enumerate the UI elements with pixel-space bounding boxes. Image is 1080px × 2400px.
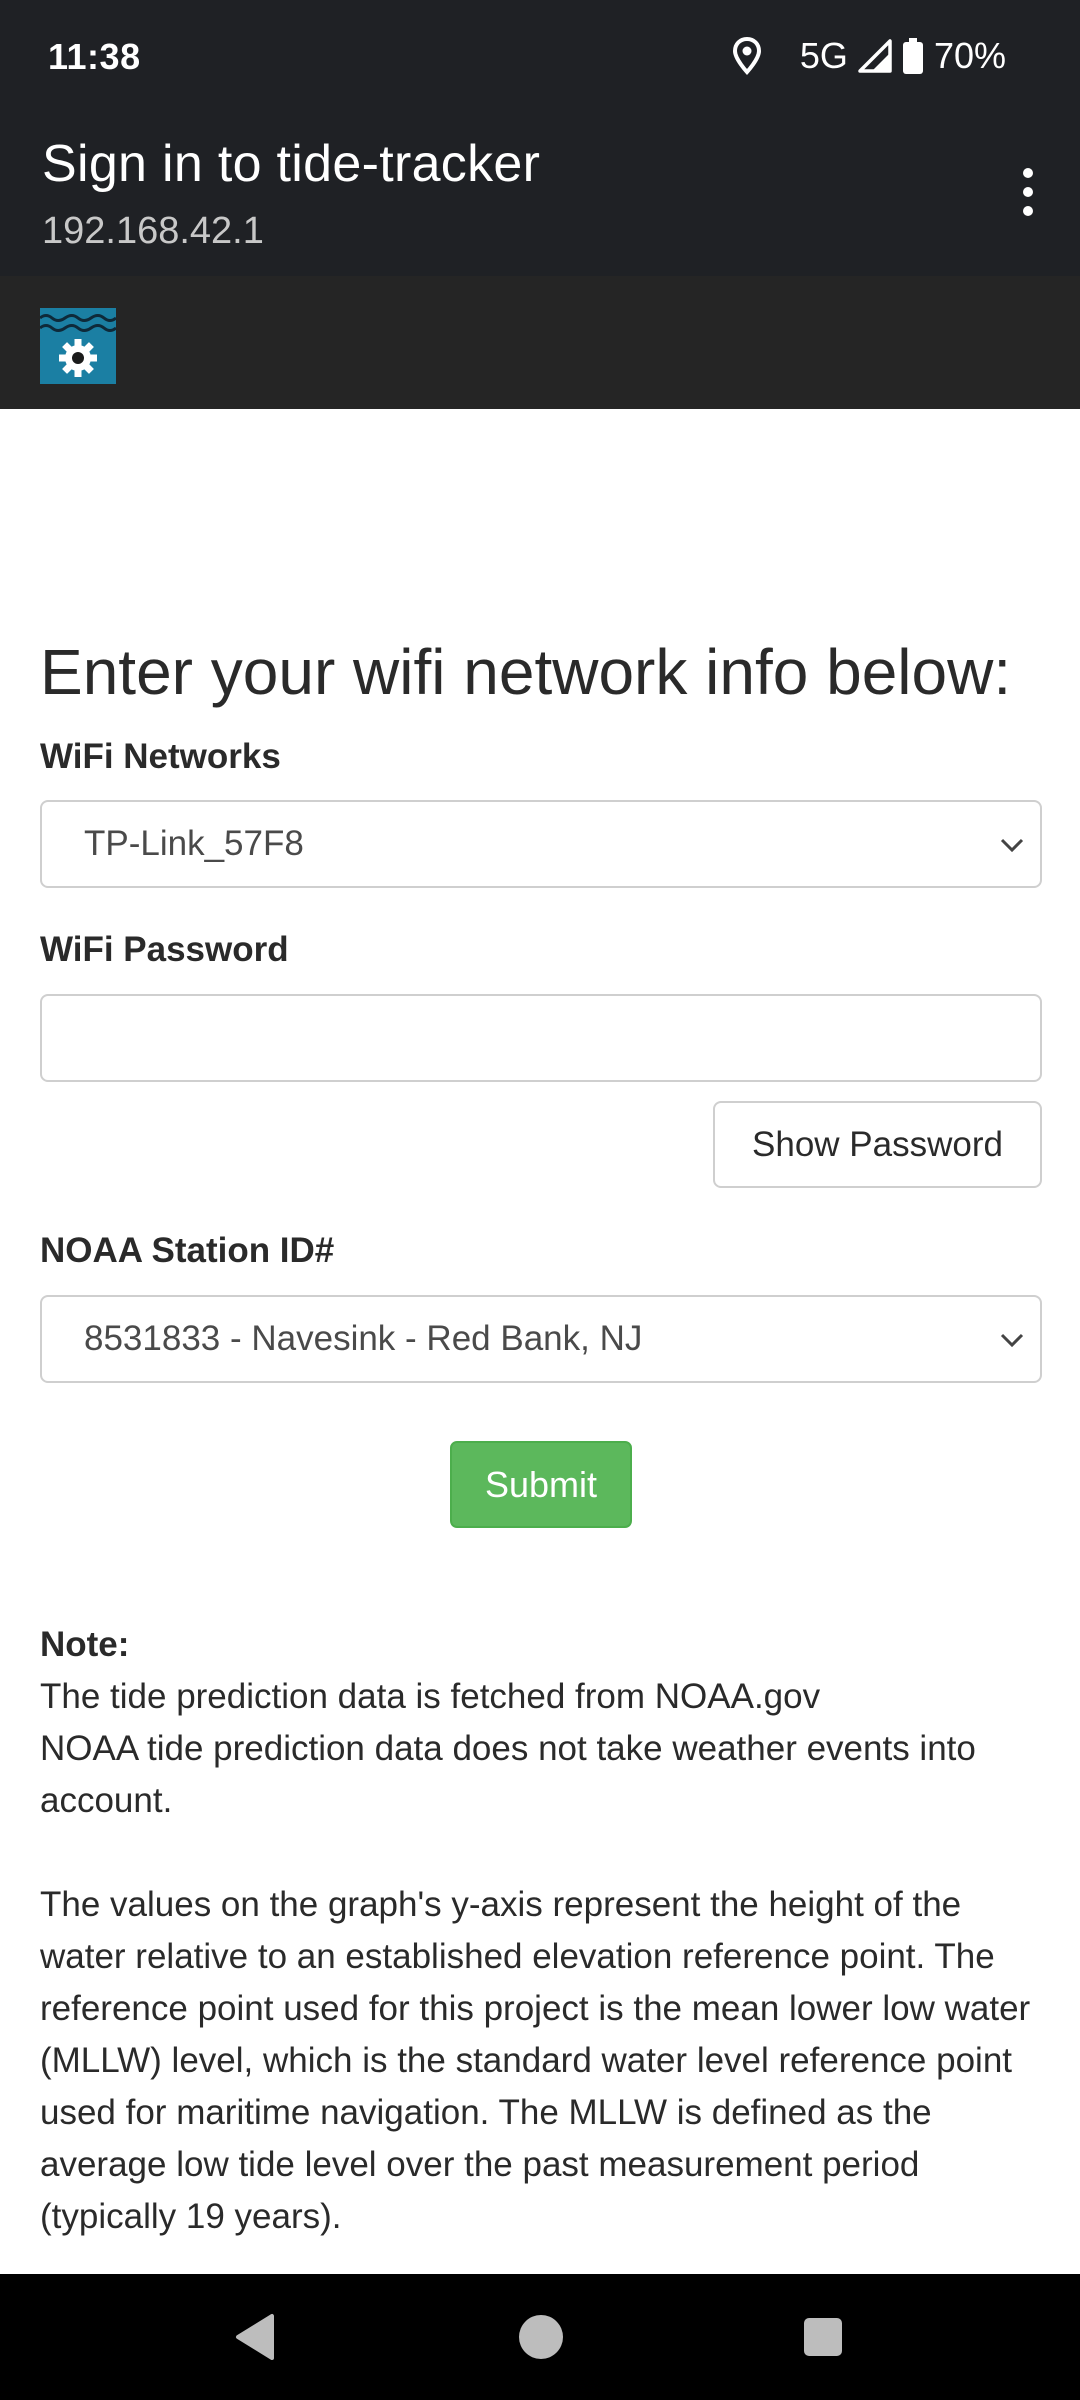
location-icon [732, 37, 762, 75]
wifi-networks-label: WiFi Networks [40, 737, 281, 776]
page-url: 192.168.42.1 [42, 210, 264, 252]
home-icon[interactable] [516, 2312, 566, 2367]
noaa-station-selected: 8531833 - Navesink - Red Bank, NJ [84, 1319, 643, 1358]
wifi-networks-selected: TP-Link_57F8 [84, 824, 304, 863]
navigation-bar [0, 2274, 1080, 2400]
battery-level: 70% [933, 35, 1006, 76]
back-icon[interactable] [232, 2312, 276, 2367]
wifi-networks-select[interactable]: TP-Link_57F8 [40, 800, 1042, 888]
noaa-station-select[interactable]: 8531833 - Navesink - Red Bank, NJ [40, 1295, 1042, 1383]
show-password-button[interactable]: Show Password [713, 1101, 1042, 1188]
page-title: Sign in to tide-tracker [42, 135, 541, 193]
status-icons: 5G 70% [732, 32, 1006, 80]
battery-icon [902, 37, 924, 75]
signal-icon [858, 39, 892, 73]
note-line: NOAA tide prediction data does not take … [40, 1729, 976, 1820]
site-header [0, 276, 1080, 409]
menu-dot [1023, 206, 1033, 216]
status-bar: 11:38 5G 70% [0, 0, 1080, 118]
menu-dot [1023, 168, 1033, 178]
note-line: The tide prediction data is fetched from… [40, 1677, 821, 1716]
chevron-down-icon [998, 1327, 1026, 1356]
wifi-password-label: WiFi Password [40, 930, 289, 969]
captive-portal-toolbar: Sign in to tide-tracker 192.168.42.1 [0, 118, 1080, 276]
note-section: Note: The tide prediction data is fetche… [40, 1619, 1050, 2243]
note-paragraph: The values on the graph's y-axis represe… [40, 1885, 1031, 2236]
chevron-down-icon [998, 832, 1026, 861]
tide-gear-logo-icon [39, 308, 117, 384]
menu-dot [1023, 187, 1033, 197]
overflow-menu-icon[interactable] [1004, 156, 1052, 228]
status-time: 11:38 [48, 36, 141, 77]
note-spacer [40, 1827, 1050, 1879]
form-heading: Enter your wifi network info below: [40, 636, 1012, 708]
recents-icon[interactable] [802, 2316, 844, 2363]
network-type: 5G [799, 35, 848, 76]
noaa-station-label: NOAA Station ID# [40, 1231, 335, 1270]
note-title: Note: [40, 1625, 130, 1664]
wifi-password-input[interactable] [40, 994, 1042, 1082]
submit-button[interactable]: Submit [450, 1441, 632, 1528]
